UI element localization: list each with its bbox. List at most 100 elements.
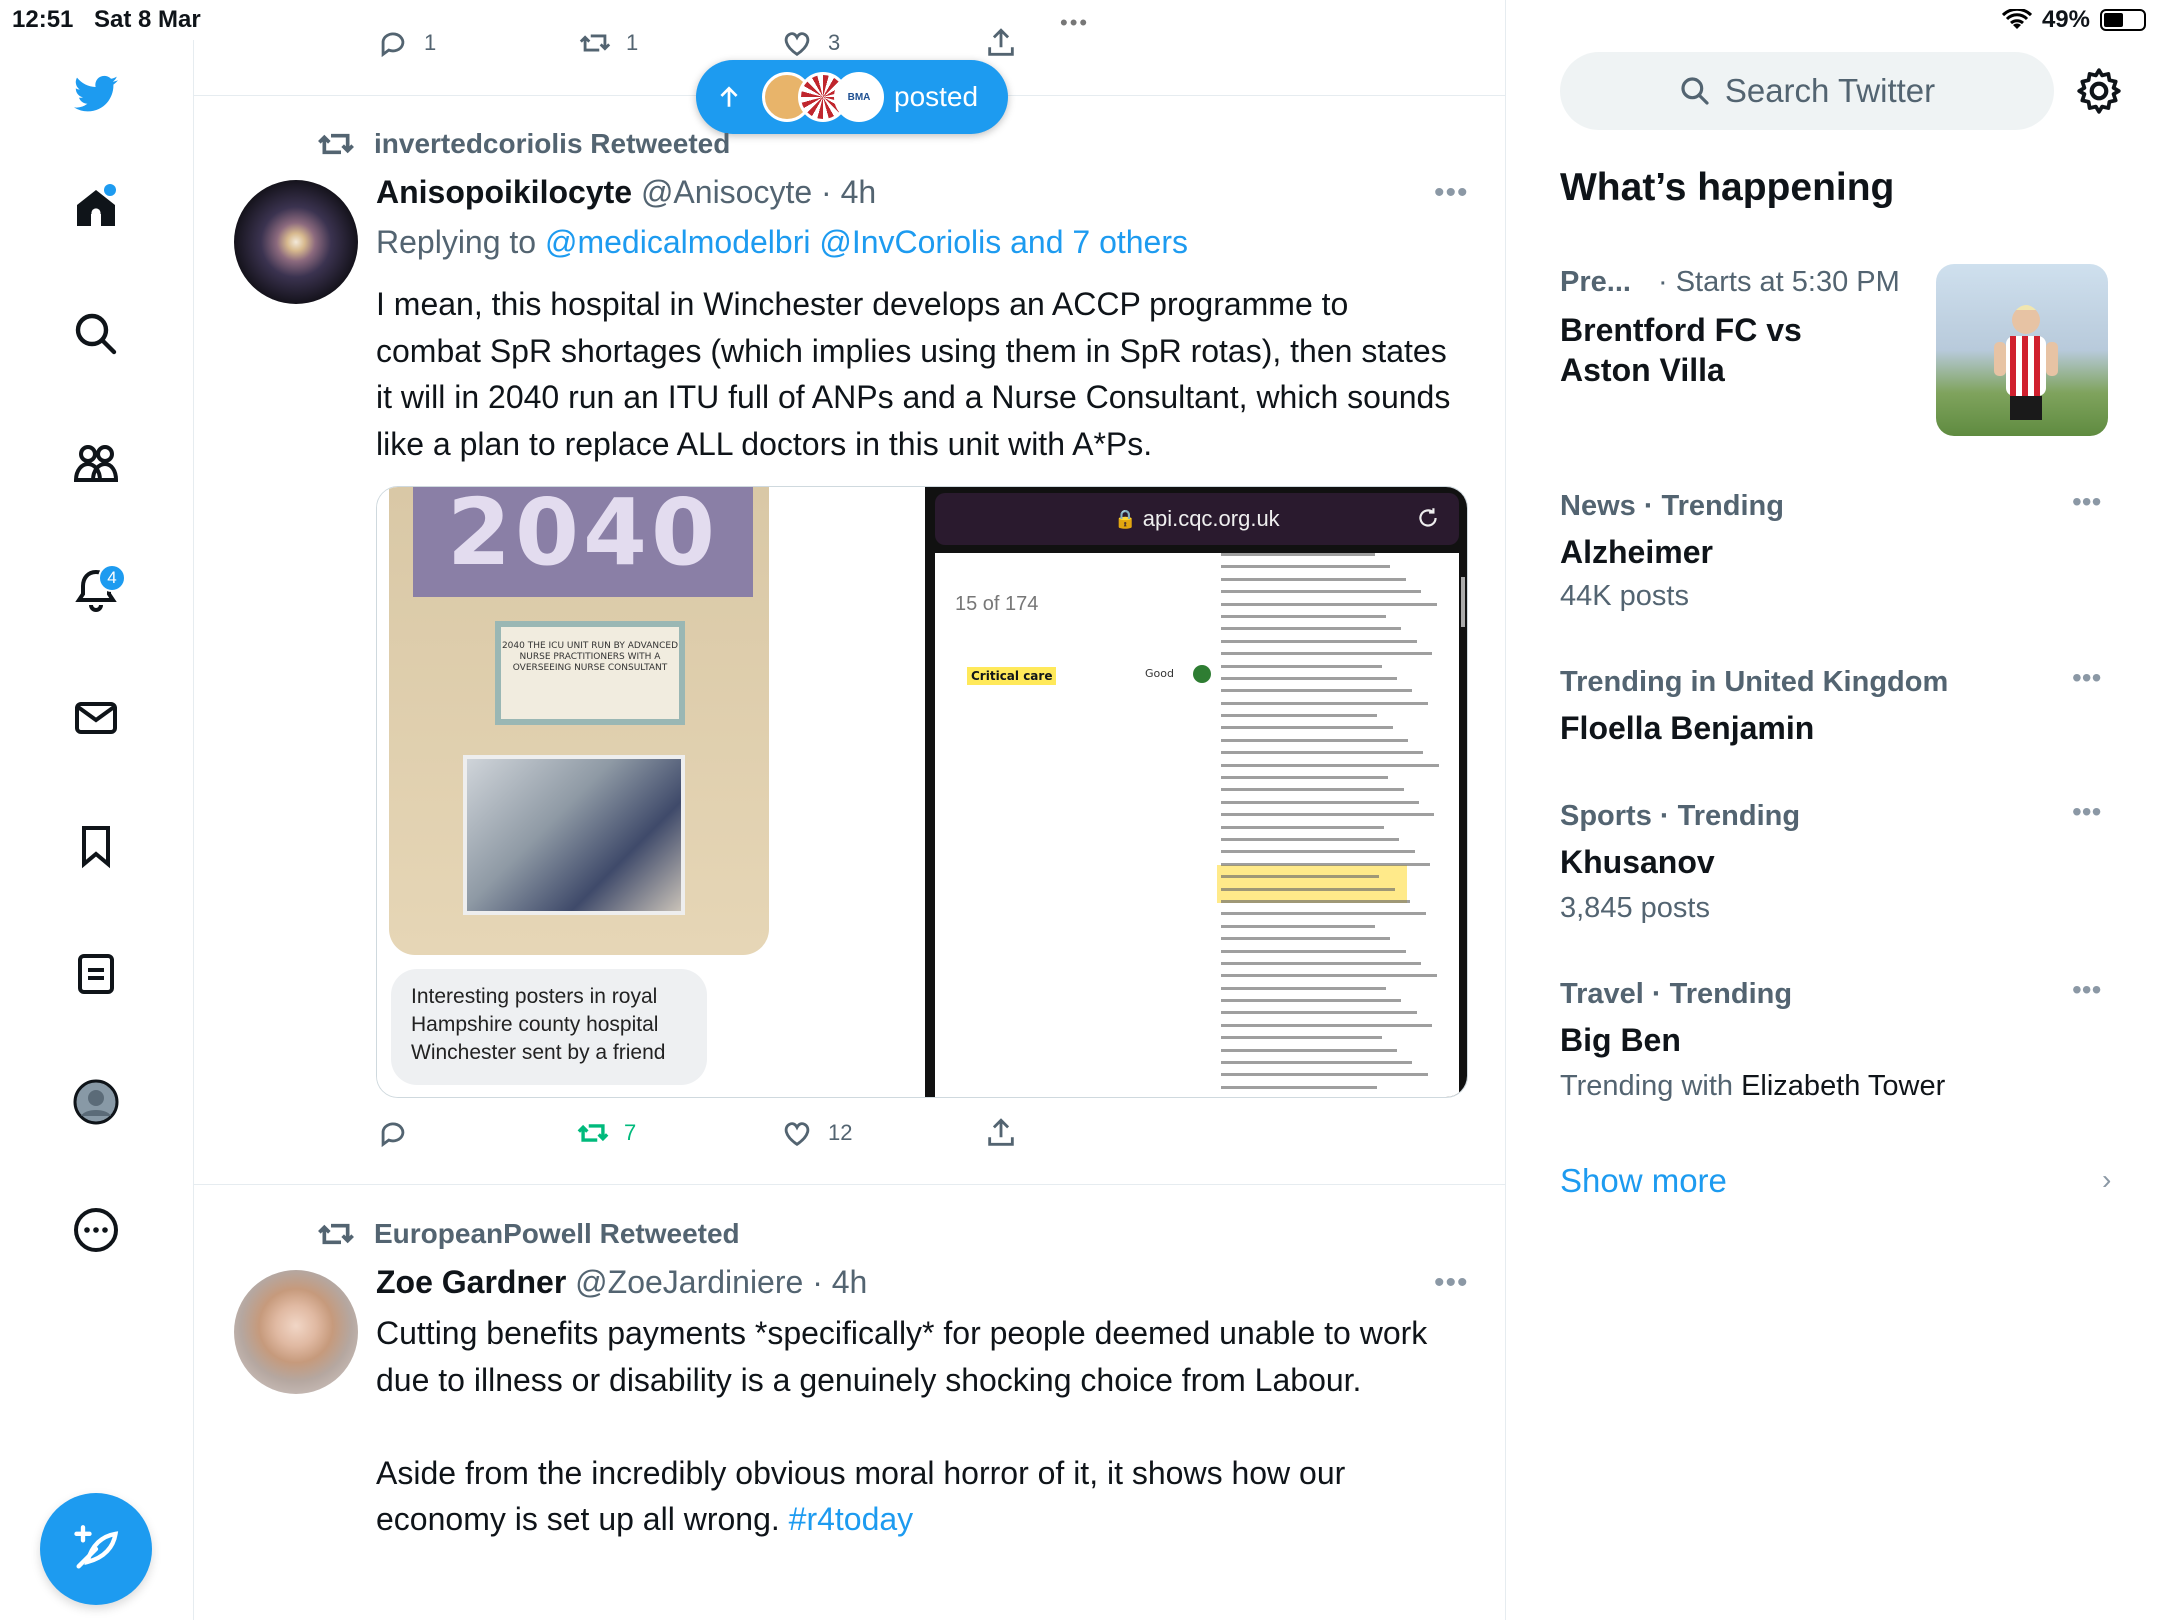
replying-to-links[interactable]: @medicalmodelbri @InvCoriolis and 7 othe… xyxy=(545,224,1188,260)
doc-text-line xyxy=(1221,899,1411,903)
doc-text-line xyxy=(1221,961,1422,965)
search-placeholder: Search Twitter xyxy=(1724,72,1936,109)
retweet-context[interactable]: EuropeanPowell Retweeted xyxy=(316,1214,740,1254)
doc-text-line xyxy=(1221,565,1391,569)
author-avatar[interactable] xyxy=(234,1270,358,1394)
timeline[interactable]: 1 1 3 BMA posted invertedcoriolis Retwee… xyxy=(194,0,1506,1620)
twitter-logo-icon[interactable] xyxy=(64,62,128,126)
show-more-link[interactable]: Show more xyxy=(1560,1162,1727,1200)
doc-text-line xyxy=(1221,652,1433,656)
lists-icon[interactable] xyxy=(64,942,128,1006)
hashtag-link[interactable]: #r4today xyxy=(789,1501,914,1537)
avatar: BMA xyxy=(834,72,884,122)
mail-icon[interactable] xyxy=(64,686,128,750)
doc-rating: Good xyxy=(1145,667,1174,680)
doc-text-line xyxy=(1221,1036,1382,1040)
author-handle[interactable]: @Anisocyte xyxy=(641,174,812,210)
tweet-more-icon[interactable]: ••• xyxy=(1434,176,1469,210)
trend-title: Alzheimer xyxy=(1560,534,1713,570)
search-icon[interactable] xyxy=(64,302,128,366)
doc-text-line xyxy=(1221,813,1435,817)
doc-text-line xyxy=(1221,1061,1413,1065)
media-image-left[interactable]: 2040 2040 THE ICU UNIT RUN BY ADVANCED N… xyxy=(377,487,923,1097)
doc-text-line xyxy=(1221,862,1430,866)
new-posts-avatars: BMA xyxy=(752,72,884,122)
retweet-count: 1 xyxy=(626,30,639,55)
clock: 12:51 xyxy=(12,6,74,33)
tweet-header: Zoe Gardner @ZoeJardiniere · 4h xyxy=(376,1264,867,1301)
doc-text-line xyxy=(1221,627,1402,631)
trend-more-icon[interactable]: ••• xyxy=(2072,486,2101,518)
trend-more-icon[interactable]: ••• xyxy=(2072,662,2101,694)
trend-more-icon[interactable]: ••• xyxy=(2072,796,2101,828)
like-button[interactable]: 12 xyxy=(780,1116,852,1150)
document-text-lines xyxy=(1221,553,1441,1097)
search-box[interactable]: Search Twitter xyxy=(1560,52,2054,130)
like-button[interactable]: 3 xyxy=(780,26,840,60)
share-button[interactable] xyxy=(984,1116,1018,1150)
trend-start-time: · Starts at 5:30 PM xyxy=(1658,266,1900,298)
author-name[interactable]: Anisopoikilocyte xyxy=(376,174,632,210)
doc-text-line xyxy=(1221,937,1391,941)
doc-text-line xyxy=(1221,949,1406,953)
page-counter: 15 of 174 xyxy=(955,593,1039,615)
compose-tweet-button[interactable] xyxy=(40,1493,152,1605)
bookmark-icon[interactable] xyxy=(64,814,128,878)
retweet-button[interactable]: 7 xyxy=(576,1116,636,1150)
doc-text-line xyxy=(1221,986,1386,990)
like-count: 12 xyxy=(828,1120,853,1145)
left-navigation: 4 xyxy=(0,40,194,1620)
lock-icon: 🔒 xyxy=(1114,508,1137,529)
compose-feather-icon xyxy=(74,1525,119,1569)
new-posts-label: posted xyxy=(894,81,979,112)
doc-text-line xyxy=(1221,850,1415,854)
reply-button[interactable]: 1 xyxy=(376,26,436,60)
search-icon xyxy=(1681,77,1709,105)
trend-related-term: Elizabeth Tower xyxy=(1741,1070,1946,1102)
author-avatar[interactable] xyxy=(234,180,358,304)
reply-button[interactable] xyxy=(270,1116,424,1150)
doc-text-line xyxy=(1221,776,1389,780)
share-icon xyxy=(988,1118,1014,1146)
profile-icon[interactable] xyxy=(64,1070,128,1134)
retweet-button[interactable]: 1 xyxy=(578,26,638,60)
new-posts-pill[interactable]: BMA posted xyxy=(696,60,1008,134)
tweet-more-icon[interactable]: ••• xyxy=(1434,1266,1469,1300)
doc-text-line xyxy=(1221,974,1437,978)
trend-category: Travel · Trending xyxy=(1560,978,1793,1010)
tweet-media[interactable]: 2040 2040 THE ICU UNIT RUN BY ADVANCED N… xyxy=(376,486,1468,1098)
doc-text-line xyxy=(1221,590,1422,594)
media-image-right[interactable]: 🔒 api.cqc.org.uk 15 of 174 Critical care… xyxy=(925,487,1467,1097)
event-thumbnail xyxy=(1936,264,2108,436)
trend-more-icon[interactable]: ••• xyxy=(2072,974,2101,1006)
doc-text-line xyxy=(1221,875,1380,879)
trend-category: Sports · Trending xyxy=(1560,800,1801,832)
reply-icon xyxy=(381,1122,405,1148)
doc-scrollbar xyxy=(1461,577,1465,627)
reload-icon xyxy=(1419,508,1437,527)
trend-title: Khusanov xyxy=(1560,844,1715,880)
tweet-text: Cutting benefits payments *specifically*… xyxy=(376,1310,1456,1543)
retweet-icon xyxy=(577,1124,609,1142)
author-handle[interactable]: @ZoeJardiniere xyxy=(575,1264,803,1300)
retweet-icon xyxy=(318,133,354,155)
retweeted-by-label: EuropeanPowell Retweeted xyxy=(374,1218,740,1249)
communities-icon[interactable] xyxy=(64,430,128,494)
gear-icon[interactable] xyxy=(2074,66,2124,116)
tweet-header: Anisopoikilocyte @Anisocyte · 4h xyxy=(376,174,876,211)
author-name[interactable]: Zoe Gardner xyxy=(376,1264,566,1300)
replying-to: Replying to @medicalmodelbri @InvCorioli… xyxy=(376,224,1188,261)
trend-post-count: 44K posts xyxy=(1560,580,1689,612)
share-button[interactable] xyxy=(984,26,1018,60)
replying-prefix: Replying to xyxy=(376,224,537,260)
more-icon[interactable] xyxy=(64,1198,128,1262)
doc-text-line xyxy=(1221,800,1419,804)
doc-text-line xyxy=(1221,676,1397,680)
doc-text-line xyxy=(1221,714,1378,718)
home-icon[interactable] xyxy=(64,176,128,240)
doc-text-line xyxy=(1221,602,1437,606)
doc-text-line xyxy=(1221,999,1402,1003)
retweet-context[interactable]: invertedcoriolis Retweeted xyxy=(316,124,730,164)
bell-icon[interactable]: 4 xyxy=(64,558,128,622)
poster-nurses-image xyxy=(463,755,685,915)
